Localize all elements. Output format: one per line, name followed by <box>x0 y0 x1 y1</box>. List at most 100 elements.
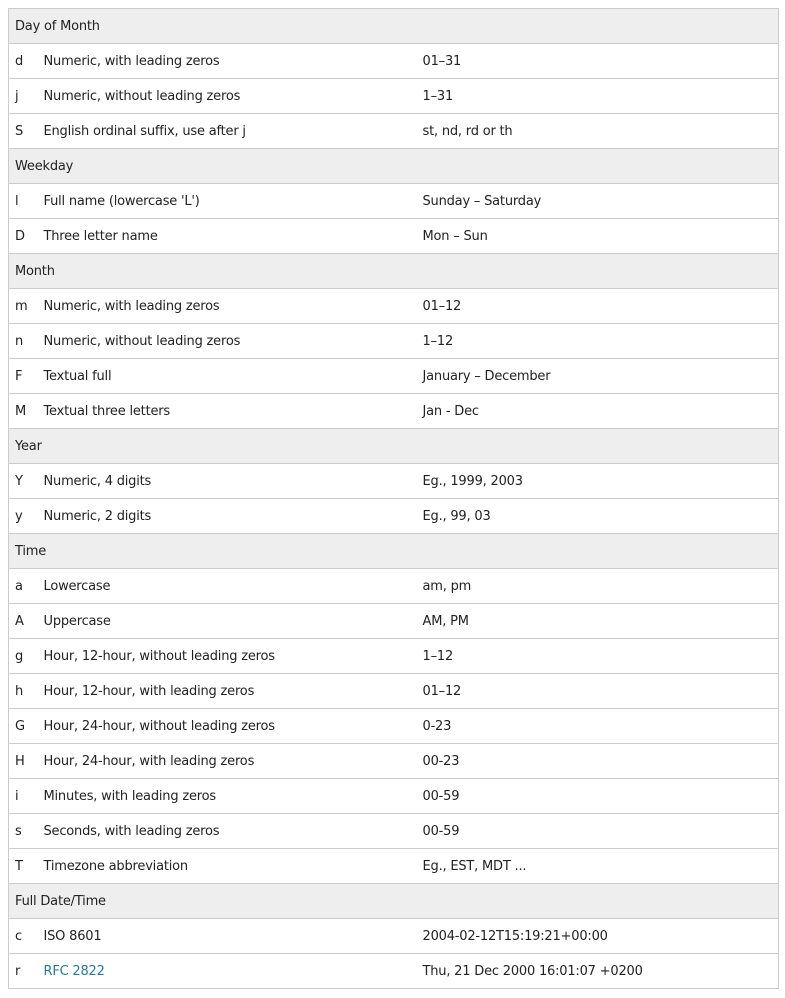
format-description: English ordinal suffix, use after j <box>43 113 423 149</box>
format-row: l Full name (lowercase 'L') Sunday – Satur… <box>8 183 779 219</box>
format-character: M <box>8 393 44 429</box>
format-character: l <box>8 183 44 219</box>
format-description: Uppercase <box>43 603 423 639</box>
format-example: Eg., 99, 03 <box>422 498 779 534</box>
format-row: g Hour, 12-hour, without leading zeros 1–1… <box>8 638 779 674</box>
group-header-row: Time <box>8 533 779 569</box>
format-description-cell: RFC 2822 <box>43 953 423 989</box>
format-character: m <box>8 288 44 324</box>
rfc-2822-link[interactable]: RFC 2822 <box>44 964 105 979</box>
format-character: d <box>8 43 44 79</box>
format-description: ISO 8601 <box>43 918 423 954</box>
format-character: a <box>8 568 44 604</box>
format-example: 2004-02-12T15:19:21+00:00 <box>422 918 779 954</box>
format-description: Hour, 12-hour, without leading zeros <box>43 638 423 674</box>
format-example: 0-23 <box>422 708 779 744</box>
format-example: 1–12 <box>422 323 779 359</box>
format-example: 00-23 <box>422 743 779 779</box>
group-title: Month <box>8 253 779 289</box>
format-character: T <box>8 848 44 884</box>
format-row: a Lowercase am, pm <box>8 568 779 604</box>
format-description: Minutes, with leading zeros <box>43 778 423 814</box>
format-row: m Numeric, with leading zeros 01–12 <box>8 288 779 324</box>
format-row: S English ordinal suffix, use after j st, … <box>8 113 779 149</box>
format-character: r <box>8 953 44 989</box>
format-character: n <box>8 323 44 359</box>
group-header-row: Weekday <box>8 148 779 184</box>
group-title: Weekday <box>8 148 779 184</box>
format-description: Numeric, with leading zeros <box>43 43 423 79</box>
format-description: Numeric, with leading zeros <box>43 288 423 324</box>
format-example: 1–31 <box>422 78 779 114</box>
format-example: 01–31 <box>422 43 779 79</box>
format-row: D Three letter name Mon – Sun <box>8 218 779 254</box>
format-example: Mon – Sun <box>422 218 779 254</box>
format-row: c ISO 8601 2004-02-12T15:19:21+00:00 <box>8 918 779 954</box>
format-character: G <box>8 708 44 744</box>
format-example: Eg., 1999, 2003 <box>422 463 779 499</box>
format-example: Thu, 21 Dec 2000 16:01:07 +0200 <box>422 953 779 989</box>
format-character: H <box>8 743 44 779</box>
format-example: 01–12 <box>422 288 779 324</box>
group-title: Full Date/Time <box>8 883 779 919</box>
format-description: Timezone abbreviation <box>43 848 423 884</box>
group-title: Time <box>8 533 779 569</box>
format-character: i <box>8 778 44 814</box>
format-description: Textual three letters <box>43 393 423 429</box>
format-row: n Numeric, without leading zeros 1–12 <box>8 323 779 359</box>
format-row: Y Numeric, 4 digits Eg., 1999, 2003 <box>8 463 779 499</box>
format-row: F Textual full January – December <box>8 358 779 394</box>
format-character: j <box>8 78 44 114</box>
format-description: Full name (lowercase 'L') <box>43 183 423 219</box>
format-row: H Hour, 24-hour, with leading zeros 00-23 <box>8 743 779 779</box>
group-header-row: Year <box>8 428 779 464</box>
format-row: A Uppercase AM, PM <box>8 603 779 639</box>
format-description: Textual full <box>43 358 423 394</box>
format-row: h Hour, 12-hour, with leading zeros 01–12 <box>8 673 779 709</box>
format-example: AM, PM <box>422 603 779 639</box>
format-description: Hour, 24-hour, without leading zeros <box>43 708 423 744</box>
format-example: st, nd, rd or th <box>422 113 779 149</box>
format-example: 01–12 <box>422 673 779 709</box>
format-description: Numeric, 4 digits <box>43 463 423 499</box>
format-character: s <box>8 813 44 849</box>
format-character: D <box>8 218 44 254</box>
format-example: Eg., EST, MDT ... <box>422 848 779 884</box>
group-header-row: Full Date/Time <box>8 883 779 919</box>
format-description: Seconds, with leading zeros <box>43 813 423 849</box>
format-row: i Minutes, with leading zeros 00-59 <box>8 778 779 814</box>
format-row: d Numeric, with leading zeros 01–31 <box>8 43 779 79</box>
format-row: T Timezone abbreviation Eg., EST, MDT ... <box>8 848 779 884</box>
format-description: Hour, 24-hour, with leading zeros <box>43 743 423 779</box>
format-description: Hour, 12-hour, with leading zeros <box>43 673 423 709</box>
format-example: January – December <box>422 358 779 394</box>
format-row: y Numeric, 2 digits Eg., 99, 03 <box>8 498 779 534</box>
format-character: h <box>8 673 44 709</box>
format-example: 00-59 <box>422 813 779 849</box>
format-example: Sunday – Saturday <box>422 183 779 219</box>
format-row: s Seconds, with leading zeros 00-59 <box>8 813 779 849</box>
format-row: j Numeric, without leading zeros 1–31 <box>8 78 779 114</box>
format-character: y <box>8 498 44 534</box>
format-character: S <box>8 113 44 149</box>
format-row: r RFC 2822 Thu, 21 Dec 2000 16:01:07 +0200 <box>8 953 779 989</box>
group-header-row: Day of Month <box>8 8 779 44</box>
format-description: Numeric, without leading zeros <box>43 323 423 359</box>
date-format-table: Day of Month d Numeric, with leading zeros… <box>8 8 779 989</box>
format-example: 00-59 <box>422 778 779 814</box>
format-character: A <box>8 603 44 639</box>
format-description: Numeric, without leading zeros <box>43 78 423 114</box>
format-character: F <box>8 358 44 394</box>
format-row: G Hour, 24-hour, without leading zeros 0-2… <box>8 708 779 744</box>
format-character: g <box>8 638 44 674</box>
format-character: c <box>8 918 44 954</box>
group-title: Day of Month <box>8 8 779 44</box>
group-header-row: Month <box>8 253 779 289</box>
group-title: Year <box>8 428 779 464</box>
format-example: am, pm <box>422 568 779 604</box>
format-description: Lowercase <box>43 568 423 604</box>
format-character: Y <box>8 463 44 499</box>
format-description: Numeric, 2 digits <box>43 498 423 534</box>
format-description: Three letter name <box>43 218 423 254</box>
format-row: M Textual three letters Jan - Dec <box>8 393 779 429</box>
